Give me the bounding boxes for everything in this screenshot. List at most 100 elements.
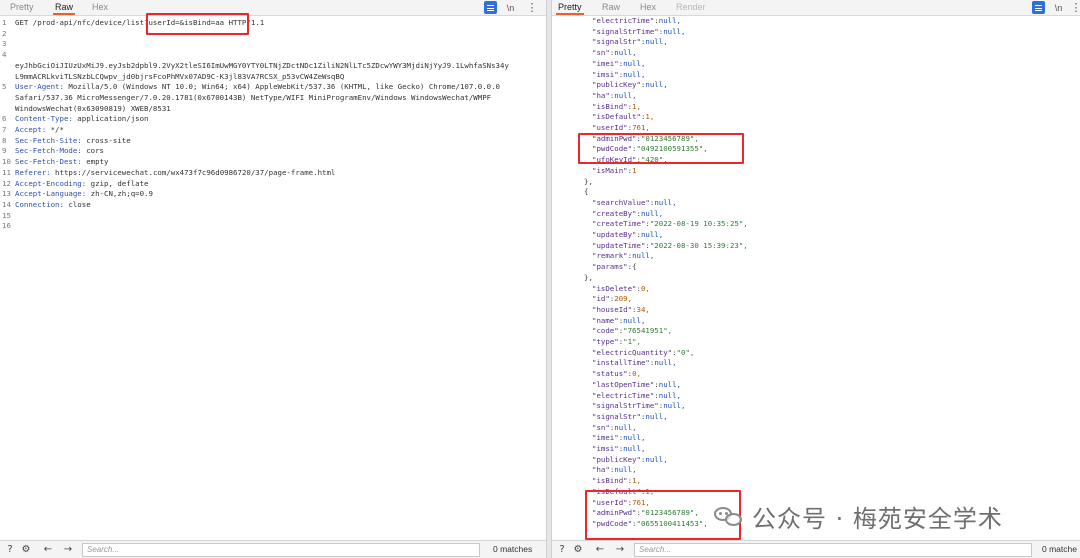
response-line: "updateBy":null, — [552, 230, 1080, 241]
response-search-input[interactable]: Search... — [634, 543, 1032, 557]
settings-icon[interactable]: ⚙ — [572, 544, 584, 556]
request-match-count: 0 matches — [493, 544, 533, 554]
request-search-input[interactable]: Search... — [82, 543, 480, 557]
request-line-text: Sec-Fetch-Mode: cors — [15, 146, 104, 156]
line-number: 10 — [2, 157, 11, 167]
line-number: 13 — [2, 189, 11, 199]
response-line: "signalStr":null, — [552, 412, 1080, 423]
response-line-text: "code":"76541951", — [592, 326, 673, 336]
request-line-text: WindowsWechat(0x63090819) XWEB/8531 — [15, 103, 171, 113]
request-line: 15 — [0, 211, 546, 222]
tab-raw[interactable]: Raw — [602, 2, 620, 12]
line-number: 4 — [2, 50, 7, 60]
response-editor[interactable]: "electricTime":null, "signalStrTime":null… — [552, 16, 1080, 540]
response-line: "signalStrTime":null, — [552, 401, 1080, 412]
request-line: WindowsWechat(0x63090819) XWEB/8531 — [0, 104, 546, 115]
settings-icon[interactable]: ⚙ — [20, 544, 32, 556]
line-number: 3 — [2, 39, 7, 49]
request-line: 5 User-Agent: Mozilla/5.0 (Windows NT 10.… — [0, 82, 546, 93]
tab-raw[interactable]: Raw — [52, 2, 76, 15]
request-line: Safari/537.36 MicroMessenger/7.0.20.1781… — [0, 93, 546, 104]
response-line: "isBind":1, — [552, 102, 1080, 113]
request-line: 2 — [0, 29, 546, 40]
response-line: "id":209, — [552, 294, 1080, 305]
request-line: L9mmACRLkviTLSNzbLCQwpv_jd0bjrsFcoPhMVx0… — [0, 72, 546, 83]
response-menu-icon[interactable]: ⋮ — [1071, 1, 1080, 14]
response-line: "isMain":1 — [552, 166, 1080, 177]
line-number: 2 — [2, 28, 7, 38]
request-line-text: Referer: https://servicewechat.com/wx473… — [15, 167, 336, 177]
request-line-text: Accept-Language: zh-CN,zh;q=0.9 — [15, 189, 153, 199]
back-icon[interactable]: ← — [42, 544, 54, 556]
response-line-text: "createTime":"2022-08-19 10:35:25", — [592, 219, 748, 229]
response-line-text: "publicKey":null, — [592, 454, 668, 464]
request-line: 7 Accept: */* — [0, 125, 546, 136]
response-line-text: "signalStrTime":null, — [592, 26, 686, 36]
request-line: 12 Accept-Encoding: gzip, deflate — [0, 179, 546, 190]
response-line-text: "sn":null, — [592, 422, 637, 432]
back-icon[interactable]: ← — [594, 544, 606, 556]
response-line: "createTime":"2022-08-19 10:35:25", — [552, 219, 1080, 230]
request-menu-icon[interactable]: ⋮ — [527, 1, 538, 14]
help-icon[interactable]: ? — [4, 544, 16, 556]
response-line: "electricTime":null, — [552, 16, 1080, 27]
pretty-print-toggle-icon[interactable] — [484, 1, 497, 14]
request-line: eyJhbGciOiJIUzUxMiJ9.eyJsb2dpbl9.2VyX2tl… — [0, 61, 546, 72]
response-line: "isDelete":0, — [552, 284, 1080, 295]
response-line-text: "params":{ — [592, 262, 637, 272]
response-line-text: }, — [584, 272, 593, 282]
request-line: 6 Content-Type: application/json — [0, 114, 546, 125]
response-line: "status":0, — [552, 369, 1080, 380]
line-number: 11 — [2, 167, 11, 177]
response-line: }, — [552, 177, 1080, 188]
response-line-text: "signalStrTime":null, — [592, 401, 686, 411]
newline-toggle-button[interactable]: \n — [1052, 1, 1065, 14]
request-editor[interactable]: 1 GET /prod-api/nfc/device/list?userId=&i… — [0, 17, 546, 540]
response-line: "ha":null, — [552, 91, 1080, 102]
tab-hex[interactable]: Hex — [92, 2, 108, 12]
request-line: 4 — [0, 50, 546, 61]
pretty-print-toggle-icon[interactable] — [1032, 1, 1045, 14]
response-line: "publicKey":null, — [552, 455, 1080, 466]
response-line-text: "id":209, — [592, 294, 633, 304]
response-line-text: "installTime":null, — [592, 358, 677, 368]
line-number: 7 — [2, 125, 7, 134]
response-line: "params":{ — [552, 262, 1080, 273]
request-line: 1 GET /prod-api/nfc/device/list?userId=&i… — [0, 18, 546, 29]
tab-hex[interactable]: Hex — [640, 2, 656, 12]
request-line-text: Connection: close — [15, 199, 91, 209]
response-line-text: "isDefault":1, — [592, 112, 655, 122]
response-line-text: "signalStr":null, — [592, 411, 668, 421]
response-line-text: "electricTime":null, — [592, 16, 681, 25]
response-line: "createBy":null, — [552, 209, 1080, 220]
response-line: "sn":null, — [552, 423, 1080, 434]
forward-icon[interactable]: → — [62, 544, 74, 556]
request-line: 16 — [0, 221, 546, 232]
response-line: "updateTime":"2022-08-30 15:39:23", — [552, 241, 1080, 252]
response-line: "lastOpenTime":null, — [552, 380, 1080, 391]
newline-toggle-button[interactable]: \n — [504, 1, 517, 14]
line-number: 6 — [2, 114, 7, 124]
response-line-text: "createBy":null, — [592, 208, 664, 218]
response-line: "electricQuantity":"0", — [552, 348, 1080, 359]
request-line: 8 Sec-Fetch-Site: cross-site — [0, 136, 546, 147]
response-line-text: "imei":null, — [592, 58, 646, 68]
response-line-text: "electricQuantity":"0", — [592, 347, 695, 357]
response-line: { — [552, 187, 1080, 198]
response-line-text: "electricTime":null, — [592, 390, 681, 400]
response-match-count: 0 matche — [1042, 544, 1077, 554]
line-number: 16 — [2, 221, 11, 231]
response-line-text: "sn":null, — [592, 48, 637, 58]
response-line-text: "publicKey":null, — [592, 80, 668, 90]
tab-pretty[interactable]: Pretty — [556, 2, 584, 15]
response-line: "publicKey":null, — [552, 80, 1080, 91]
response-line-text: "status":0, — [592, 369, 641, 379]
tab-pretty[interactable]: Pretty — [10, 2, 34, 12]
forward-icon[interactable]: → — [614, 544, 626, 556]
response-line-text: "imsi":null, — [592, 444, 646, 453]
highlight-box-admin-credentials-1 — [578, 133, 744, 164]
response-line-text: "imei":null, — [592, 433, 646, 443]
tab-render[interactable]: Render — [676, 2, 706, 12]
help-icon[interactable]: ? — [556, 544, 568, 556]
response-line: "searchValue":null, — [552, 198, 1080, 209]
